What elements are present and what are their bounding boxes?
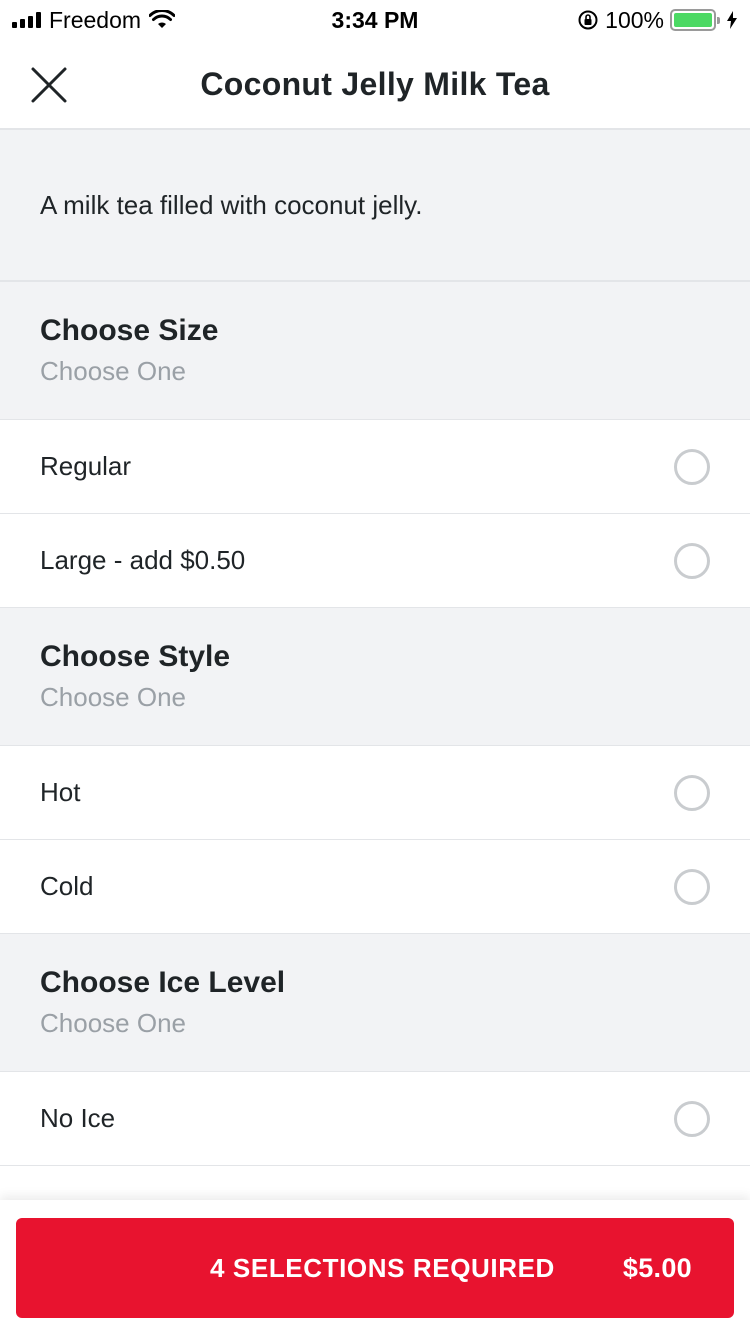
status-left: Freedom (12, 6, 176, 34)
charging-bolt-icon (727, 11, 737, 29)
option-label: No Ice (40, 1103, 116, 1133)
radio-button[interactable] (674, 542, 710, 579)
add-to-order-button[interactable]: 4 SELECTIONS REQUIRED $5.00 (16, 1218, 734, 1318)
item-customization-screen: Freedom 3:34 PM 100% Coconut Jelly Milk … (0, 0, 750, 1334)
radio-button[interactable] (674, 1100, 710, 1137)
section-size-header: Choose Size Choose One (0, 282, 750, 420)
status-bar: Freedom 3:34 PM 100% (0, 0, 750, 40)
section-subtitle: Choose One (40, 356, 186, 386)
section-title: Choose Size (40, 314, 219, 347)
section-ice-level-header: Choose Ice Level Choose One (0, 934, 750, 1072)
battery-icon (670, 9, 720, 31)
footer-bar: 4 SELECTIONS REQUIRED $5.00 (0, 1200, 750, 1334)
option-label: Hot (40, 777, 81, 807)
signal-icon (12, 12, 41, 28)
section-title: Choose Style (40, 640, 231, 673)
option-cold[interactable]: Cold (0, 840, 750, 934)
status-right: 100% (577, 7, 738, 34)
section-subtitle: Choose One (40, 682, 186, 712)
radio-button[interactable] (674, 774, 710, 811)
page-title: Coconut Jelly Milk Tea (200, 65, 550, 102)
option-label: Large - add $0.50 (40, 545, 246, 575)
selections-required-label: 4 SELECTIONS REQUIRED (210, 1252, 555, 1283)
section-subtitle: Choose One (40, 1008, 186, 1038)
orientation-lock-icon (578, 10, 598, 30)
close-button[interactable] (24, 60, 74, 110)
option-hot[interactable]: Hot (0, 746, 750, 840)
option-regular[interactable]: Regular (0, 420, 750, 514)
item-description: A milk tea filled with coconut jelly. (0, 130, 750, 282)
option-label: Regular (40, 451, 132, 481)
price-label: $5.00 (622, 1252, 692, 1283)
close-icon (31, 67, 67, 103)
option-no-ice[interactable]: No Ice (0, 1072, 750, 1166)
wifi-icon (149, 10, 176, 28)
carrier-label: Freedom (49, 6, 142, 33)
option-label: Cold (40, 871, 94, 901)
radio-button[interactable] (674, 868, 710, 905)
header: Coconut Jelly Milk Tea (0, 40, 750, 130)
section-style-header: Choose Style Choose One (0, 608, 750, 746)
battery-percent: 100% (605, 6, 664, 33)
section-title: Choose Ice Level (40, 966, 286, 999)
option-large[interactable]: Large - add $0.50 (0, 514, 750, 608)
options-list: Choose Size Choose One Regular Large - a… (0, 282, 750, 1166)
radio-button[interactable] (674, 448, 710, 485)
